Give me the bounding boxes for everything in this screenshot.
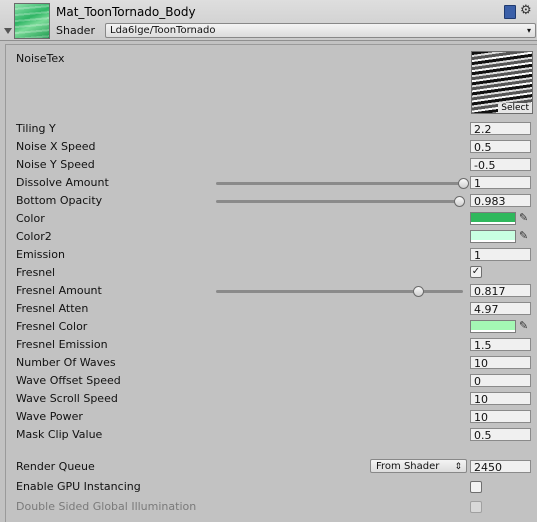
noise-x-speed-field[interactable]: 0.5 <box>470 140 531 154</box>
help-book-icon[interactable] <box>504 5 516 19</box>
material-thumbnail-icon[interactable] <box>14 3 50 39</box>
fresnel-color-swatch[interactable] <box>470 320 516 333</box>
dissolve-amount-field[interactable]: 1 <box>470 176 531 190</box>
bottom-opacity-label: Bottom Opacity <box>16 194 103 207</box>
noise-tex-slot[interactable]: Select <box>471 51 533 114</box>
fresnel-amount-field[interactable]: 0.817 <box>470 284 531 298</box>
mask-clip-value-field[interactable]: 0.5 <box>470 428 531 442</box>
emission-field[interactable]: 1 <box>470 248 531 262</box>
chevron-down-icon: ▾ <box>526 26 531 35</box>
fresnel-atten-field[interactable]: 4.97 <box>470 302 531 316</box>
gpu-instancing-checkbox[interactable] <box>470 481 482 493</box>
color2-label: Color2 <box>16 230 52 243</box>
color2-swatch[interactable] <box>470 230 516 243</box>
material-properties-panel <box>5 44 537 522</box>
gpu-instancing-label: Enable GPU Instancing <box>16 480 141 493</box>
render-queue-dropdown[interactable]: From Shader ⇕ <box>370 459 467 473</box>
fresnel-emission-label: Fresnel Emission <box>16 338 108 351</box>
fresnel-color-label: Fresnel Color <box>16 320 88 333</box>
eyedropper-icon[interactable]: ✎ <box>519 319 528 332</box>
render-queue-field[interactable]: 2450 <box>470 460 531 474</box>
material-header: Mat_ToonTornado_Body Shader Lda6lge/Toon… <box>0 0 537 41</box>
noise-y-speed-label: Noise Y Speed <box>16 158 95 171</box>
wave-scroll-speed-field[interactable]: 10 <box>470 392 531 406</box>
fresnel-atten-label: Fresnel Atten <box>16 302 89 315</box>
dissolve-amount-slider-thumb[interactable] <box>458 178 469 189</box>
eyedropper-icon[interactable]: ✎ <box>519 211 528 224</box>
fresnel-amount-slider[interactable] <box>216 286 463 297</box>
bottom-opacity-slider[interactable] <box>216 196 465 207</box>
shader-label: Shader <box>56 24 95 37</box>
render-queue-label: Render Queue <box>16 460 95 473</box>
double-sided-gi-label: Double Sided Global Illumination <box>16 500 197 513</box>
wave-offset-speed-field[interactable]: 0 <box>470 374 531 388</box>
mask-clip-value-label: Mask Clip Value <box>16 428 103 441</box>
color-swatch[interactable] <box>470 212 516 225</box>
noise-x-speed-label: Noise X Speed <box>16 140 96 153</box>
shader-dropdown[interactable]: Lda6lge/ToonTornado ▾ <box>105 23 536 38</box>
tiling-y-label: Tiling Y <box>16 122 56 135</box>
wave-scroll-speed-label: Wave Scroll Speed <box>16 392 118 405</box>
bottom-opacity-field[interactable]: 0.983 <box>470 194 531 208</box>
dissolve-amount-slider[interactable] <box>216 178 469 189</box>
eyedropper-icon[interactable]: ✎ <box>519 229 528 242</box>
fresnel-label: Fresnel <box>16 266 56 279</box>
render-queue-mode: From Shader <box>376 461 440 472</box>
updown-arrows-icon: ⇕ <box>454 462 462 472</box>
fresnel-checkbox[interactable]: ✓ <box>470 266 482 278</box>
tiling-y-field[interactable]: 2.2 <box>470 122 531 136</box>
foldout-arrow-icon[interactable] <box>4 28 12 34</box>
color-label: Color <box>16 212 45 225</box>
double-sided-gi-checkbox <box>470 501 482 513</box>
fresnel-amount-slider-thumb[interactable] <box>412 286 424 297</box>
noise-tex-select-button[interactable]: Select <box>498 103 532 113</box>
bottom-opacity-slider-thumb[interactable] <box>453 196 465 207</box>
gear-icon[interactable]: ⚙ <box>520 3 532 18</box>
dissolve-amount-label: Dissolve Amount <box>16 176 109 189</box>
wave-power-label: Wave Power <box>16 410 83 423</box>
emission-label: Emission <box>16 248 65 261</box>
number-of-waves-label: Number Of Waves <box>16 356 116 369</box>
shader-dropdown-value: Lda6lge/ToonTornado <box>110 25 216 36</box>
wave-offset-speed-label: Wave Offset Speed <box>16 374 121 387</box>
wave-power-field[interactable]: 10 <box>470 410 531 424</box>
fresnel-amount-label: Fresnel Amount <box>16 284 102 297</box>
noise-y-speed-field[interactable]: -0.5 <box>470 158 531 172</box>
noise-tex-label: NoiseTex <box>16 52 65 65</box>
material-title: Mat_ToonTornado_Body <box>56 5 196 19</box>
fresnel-emission-field[interactable]: 1.5 <box>470 338 531 352</box>
number-of-waves-field[interactable]: 10 <box>470 356 531 370</box>
